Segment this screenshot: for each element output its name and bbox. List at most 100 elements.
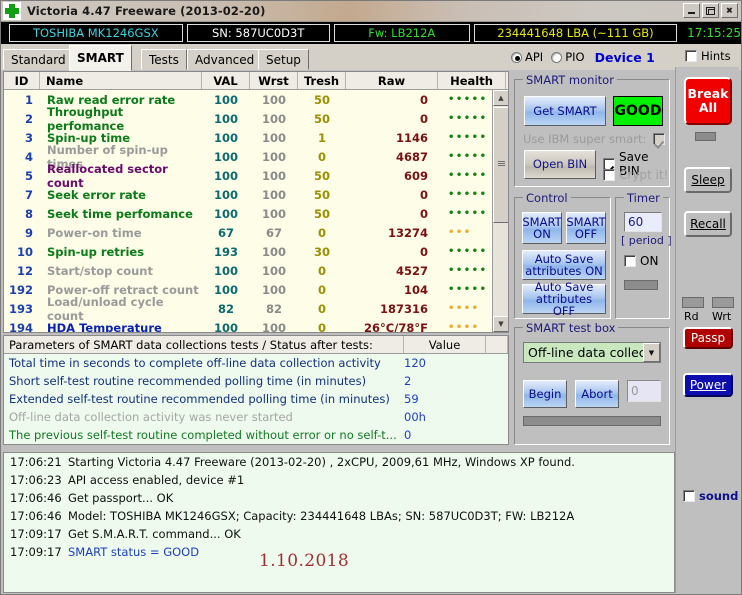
tab-advanced[interactable]: Advanced (187, 49, 263, 70)
radio-api[interactable] (511, 51, 522, 63)
attr-tresh: 1 (317, 130, 326, 145)
attr-tresh: 0 (317, 282, 326, 297)
use-ibm-super-smart-label: Use IBM super smart: (523, 132, 647, 146)
table-row[interactable]: 10 Spin-up retries 193 100 30 0 ••••• (4, 242, 508, 261)
close-icon[interactable]: ✖ (721, 3, 738, 18)
attr-id: 8 (24, 206, 33, 221)
list-item[interactable]: Off-line data collection activity was ne… (4, 408, 508, 426)
minimize-icon[interactable] (683, 3, 700, 18)
table-row[interactable]: 194 HDA Temperature 100 100 0 26°C/78°F •••• (4, 318, 508, 333)
col-header-wrst[interactable]: Wrst (250, 72, 298, 89)
use-ibm-super-smart-row[interactable]: Use IBM super smart: (523, 132, 665, 146)
smart-on-line2: ON (533, 227, 551, 241)
attr-id: 4 (24, 149, 33, 164)
tab-tests[interactable]: Tests (141, 49, 187, 70)
auto-on-line2: attributes ON (525, 264, 603, 278)
smart-off-button[interactable]: SMART OFF (566, 212, 606, 244)
attr-name: Load/unload cycle count (47, 294, 164, 323)
test-type-dropdown[interactable]: Off-line data collect ▼ (523, 342, 661, 363)
param-value: 120 (404, 356, 426, 370)
table-row[interactable]: 12 Start/stop count 100 100 0 4527 ••••• (4, 261, 508, 280)
maximize-icon[interactable] (702, 3, 719, 18)
attr-val: 100 (213, 263, 238, 278)
list-item[interactable]: Total time in seconds to complete off-li… (4, 354, 508, 372)
attr-wrst: 67 (265, 225, 282, 240)
table-row[interactable]: 5 Reallocated sector count 100 100 50 609 ••••… (4, 161, 508, 190)
timer-on-checkbox[interactable] (624, 255, 636, 267)
attributes-body: 1 Raw read error rate 100 100 50 0 ••••• 2 Throu… (4, 90, 508, 333)
col-header-val[interactable]: VAL (202, 72, 250, 89)
list-item[interactable]: The previous self-test routine completed… (4, 426, 508, 444)
device-label: Device 1 (594, 49, 655, 65)
scroll-up-icon[interactable]: ▲ (493, 90, 508, 106)
attr-val: 100 (213, 168, 238, 183)
use-ibm-super-smart-checkbox[interactable] (653, 133, 665, 145)
scrollbar-thumb[interactable] (493, 107, 508, 223)
attr-id: 9 (24, 225, 33, 240)
attr-wrst: 100 (261, 320, 286, 333)
smart-on-button[interactable]: SMART ON (522, 212, 562, 244)
get-smart-button[interactable]: Get SMART (524, 96, 606, 126)
list-item[interactable]: Short self-test routine recommended poll… (4, 372, 508, 390)
hints-label: Hints (701, 49, 731, 63)
table-row[interactable]: 9 Power-on time 67 67 0 13274 ••• (4, 223, 508, 242)
attributes-scrollbar[interactable]: ▲ ▼ (492, 90, 508, 332)
table-row[interactable]: 193 Load/unload cycle count 82 82 0 187316 •••… (4, 294, 508, 323)
sound-checkbox[interactable] (683, 490, 695, 502)
attr-raw: 4687 (395, 149, 428, 164)
attr-health-dots: ••••• (448, 283, 488, 295)
log-panel[interactable]: 17:06:21 Starting Victoria 4.47 Freeware … (3, 452, 675, 593)
col-header-param-desc[interactable]: Parameters of SMART data collections tes… (4, 336, 404, 353)
timer-period-label: [ period ] (621, 234, 672, 247)
begin-test-button[interactable]: Begin (523, 380, 567, 408)
hints-checkbox-row[interactable]: Hints (685, 49, 731, 63)
crypt-it-row[interactable]: Crypt it! (603, 168, 668, 182)
col-header-health[interactable]: Health (438, 72, 506, 89)
table-row[interactable]: 2 Throughput perfomance 100 100 50 0 ••••• (4, 104, 508, 133)
chevron-down-icon[interactable]: ▼ (643, 343, 660, 362)
passport-button[interactable]: Passp (683, 327, 733, 349)
attr-health-dots: ••••• (448, 245, 488, 257)
recall-button[interactable]: Recall (684, 211, 732, 237)
scroll-down-icon[interactable]: ▼ (493, 316, 508, 332)
break-all-button[interactable]: Break All (684, 77, 732, 125)
sleep-button[interactable]: Sleep (684, 167, 732, 193)
attr-name: Throughput perfomance (47, 104, 125, 133)
param-description: Off-line data collection activity was ne… (9, 410, 293, 424)
radio-pio[interactable] (551, 51, 563, 63)
crypt-it-checkbox[interactable] (603, 169, 615, 181)
open-bin-button[interactable]: Open BIN (524, 150, 596, 179)
log-timestamp: 17:09:17 (10, 527, 62, 541)
hints-checkbox[interactable] (685, 50, 697, 62)
auto-save-attributes-on-button[interactable]: Auto Save attributes ON (522, 250, 606, 280)
col-header-tresh[interactable]: Tresh (298, 72, 346, 89)
smart-test-box-group: SMART test box Off-line data collect ▼ B… (514, 321, 670, 445)
control-group: Control SMART ON SMART OFF Auto Save att… (514, 191, 611, 319)
col-header-raw[interactable]: Raw (346, 72, 438, 89)
tab-smart[interactable]: SMART (69, 45, 132, 71)
sound-checkbox-row[interactable]: sound (683, 489, 738, 503)
timer-on-row[interactable]: ON (624, 254, 658, 268)
tab-standard[interactable]: Standard (3, 49, 74, 70)
test-type-selected-value: Off-line data collect (528, 345, 643, 360)
timer-value-input[interactable]: 60 (624, 212, 662, 232)
tab-setup[interactable]: Setup (258, 49, 309, 70)
drive-serial: SN: 587UC0D3T (186, 24, 330, 42)
table-row[interactable]: 7 Seek error rate 100 100 50 0 ••••• (4, 185, 508, 204)
power-button[interactable]: Power (683, 373, 733, 397)
attr-id: 10 (16, 244, 33, 259)
attr-raw: 0 (419, 111, 428, 126)
abort-test-button[interactable]: Abort (575, 380, 619, 408)
col-header-name[interactable]: Name (40, 72, 202, 89)
col-header-param-value[interactable]: Value (404, 336, 486, 353)
attr-raw: 0 (419, 187, 428, 202)
log-timestamp: 17:06:21 (10, 455, 62, 469)
log-timestamp: 17:06:23 (10, 473, 62, 487)
list-item[interactable]: Extended self-test routine recommended p… (4, 390, 508, 408)
col-header-id[interactable]: ID (4, 72, 40, 89)
timer-on-label: ON (640, 254, 659, 268)
auto-save-attributes-off-button[interactable]: Auto Save attributes OFF (522, 281, 606, 317)
attr-name: Reallocated sector count (47, 161, 168, 190)
table-row[interactable]: 8 Seek time perfomance 100 100 50 0 ••••• (4, 204, 508, 223)
test-progress-value[interactable]: 0 (627, 380, 661, 402)
